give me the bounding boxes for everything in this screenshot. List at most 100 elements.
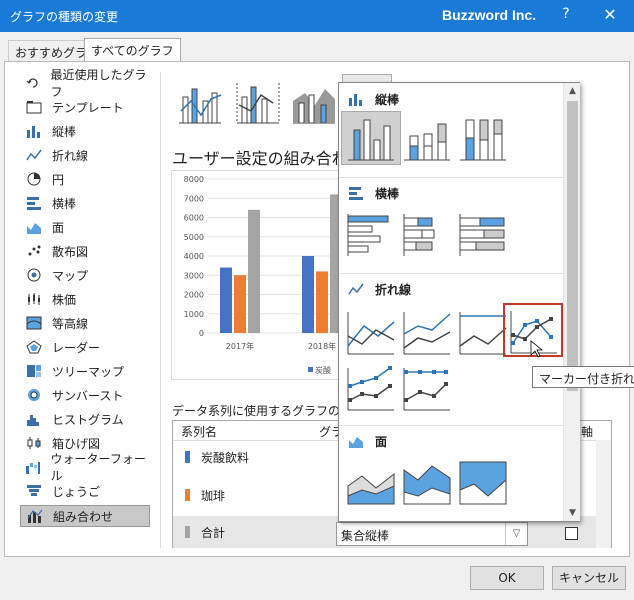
sidebar-item[interactable]: 横棒 (20, 192, 150, 214)
gallery-100-stacked-bar[interactable] (453, 207, 513, 261)
series-color-swatch (185, 489, 190, 501)
sidebar-item[interactable]: ツリーマップ (20, 360, 150, 382)
brand-label: Buzzword Inc. (442, 7, 537, 23)
y-tick-label: 4000 (184, 252, 204, 261)
sidebar-item[interactable]: 等高線 (20, 312, 150, 334)
line-chart-icon (347, 282, 365, 296)
scroll-up-icon[interactable]: ▲ (564, 83, 581, 99)
sidebar-item[interactable]: テンプレート (20, 96, 150, 118)
sidebar-item-label: テンプレート (52, 100, 124, 115)
gallery-stacked-line-markers[interactable] (341, 361, 401, 415)
section-title: 縦棒 (375, 92, 400, 107)
sidebar-item[interactable]: 株価 (20, 288, 150, 310)
y-tick-label: 8000 (184, 175, 204, 184)
chart-heading: ユーザー設定の組み合わ (172, 149, 348, 168)
gallery-stacked-column[interactable] (397, 111, 457, 165)
chevron-down-icon[interactable]: ▽ (505, 523, 527, 545)
sidebar-item[interactable]: 最近使用したグラフ (20, 68, 150, 99)
scroll-thumb[interactable] (567, 101, 578, 391)
sidebar-item[interactable]: レーダー (20, 336, 150, 358)
chart-preview: 0 1000 2000 3000 4000 5000 6000 7000 8000 2017年 20… (171, 170, 342, 380)
combo-thumb-stacked-area[interactable] (288, 74, 338, 126)
gallery-stacked-area[interactable] (397, 455, 457, 509)
help-button[interactable]: ? (556, 6, 576, 22)
combo-thumb-secondary-axis[interactable] (232, 74, 282, 126)
chart-type-gallery: 縦棒 横棒 折れ線 面 ▲ ▼ (338, 82, 580, 522)
x-tick-label: 2017年 (226, 341, 254, 351)
y-tick-label: 6000 (184, 214, 204, 223)
map-chart-icon (24, 267, 44, 283)
table-scrollbar[interactable] (596, 440, 611, 548)
sidebar-item-label: 面 (52, 220, 65, 235)
sidebar-item-label: ツリーマップ (52, 364, 125, 379)
sidebar-item[interactable]: 散布図 (20, 240, 150, 262)
close-button[interactable]: ✕ (598, 5, 622, 24)
sidebar-item[interactable]: サンバースト (20, 384, 150, 406)
gallery-stacked-line[interactable] (397, 305, 457, 359)
boxwhisker-chart-icon (24, 435, 44, 451)
sidebar-item[interactable]: 折れ線 (20, 144, 150, 166)
sidebar-item[interactable]: 縦棒 (20, 120, 150, 142)
chart-type-value: 集合縦棒 (341, 529, 390, 543)
legend-label: 炭酸 (315, 365, 331, 375)
tooltip: マーカー付き折れ線 (532, 366, 634, 388)
chart-type-select[interactable]: 集合縦棒 ▽ (336, 522, 528, 546)
sidebar-item-label: じょうご (52, 484, 101, 499)
line-chart-icon (24, 147, 44, 163)
chart-bar (220, 267, 232, 333)
surface-chart-icon (24, 315, 44, 331)
sidebar-item[interactable]: じょうご (20, 480, 150, 502)
gallery-line-with-markers[interactable] (503, 303, 563, 358)
scroll-down-icon[interactable]: ▼ (564, 505, 581, 521)
series-name: 合計 (201, 526, 226, 540)
combo-thumb-clustered-line[interactable] (174, 74, 224, 126)
gallery-100-stacked-area[interactable] (453, 455, 513, 509)
series-color-swatch (185, 451, 190, 463)
tab-all-charts[interactable]: すべてのグラフ (84, 38, 181, 62)
cancel-button[interactable]: キャンセル (552, 566, 626, 590)
sidebar-item-label: 最近使用したグラフ (50, 68, 147, 99)
sidebar-item-label: ウォーターフォール (50, 452, 146, 483)
sidebar-item[interactable]: 円 (20, 168, 150, 190)
legend-swatch (308, 367, 313, 372)
sidebar-item[interactable]: ウォーターフォール (20, 452, 150, 483)
sidebar-item[interactable]: ヒストグラム (20, 408, 150, 430)
gallery-100-stacked-column[interactable] (453, 111, 513, 165)
window-title: グラフの種類の変更 (10, 10, 119, 24)
sidebar-item[interactable]: 面 (20, 216, 150, 238)
sidebar-item-label: 等高線 (52, 316, 89, 331)
chart-bar (302, 256, 314, 333)
section-title: 横棒 (375, 186, 400, 201)
scatter-chart-icon (24, 243, 44, 259)
gallery-line[interactable] (341, 305, 401, 359)
series-name: 珈琲 (201, 489, 226, 503)
combo-chart-icon (25, 508, 45, 524)
sidebar-item-label: 株価 (52, 292, 77, 307)
gallery-section-line: 折れ線 (347, 279, 411, 299)
series-section-title: データ系列に使用するグラフの種類 (172, 404, 365, 418)
gallery-stacked-bar[interactable] (397, 207, 457, 261)
gallery-clustered-bar[interactable] (341, 207, 401, 261)
secondary-axis-checkbox[interactable] (565, 527, 578, 540)
chart-bar (316, 271, 328, 333)
sidebar-item-label: 円 (52, 172, 65, 187)
sidebar-item-label: 散布図 (52, 244, 89, 259)
y-tick-label: 0 (199, 329, 204, 338)
gallery-section-area: 面 (347, 431, 387, 451)
gallery-scrollbar[interactable]: ▲ ▼ (563, 83, 580, 521)
sidebar-item[interactable]: 組み合わせ (20, 505, 150, 527)
gallery-clustered-column[interactable] (341, 111, 401, 165)
sidebar-item-label: 箱ひげ図 (52, 436, 101, 451)
sidebar-item[interactable]: マップ (20, 264, 150, 286)
gallery-area[interactable] (341, 455, 401, 509)
col-series-name: 系列名 (181, 425, 218, 439)
bar-chart-icon (347, 186, 365, 200)
x-tick-label: 2018年 (308, 341, 336, 351)
gallery-100-stacked-line-markers[interactable] (397, 361, 457, 415)
ok-button[interactable]: OK (470, 566, 544, 590)
sidebar-item-label: レーダー (52, 340, 101, 355)
area-chart-icon (347, 434, 365, 448)
y-tick-label: 5000 (184, 233, 204, 242)
sidebar-item-label: サンバースト (52, 388, 124, 403)
recent-icon (24, 75, 42, 91)
